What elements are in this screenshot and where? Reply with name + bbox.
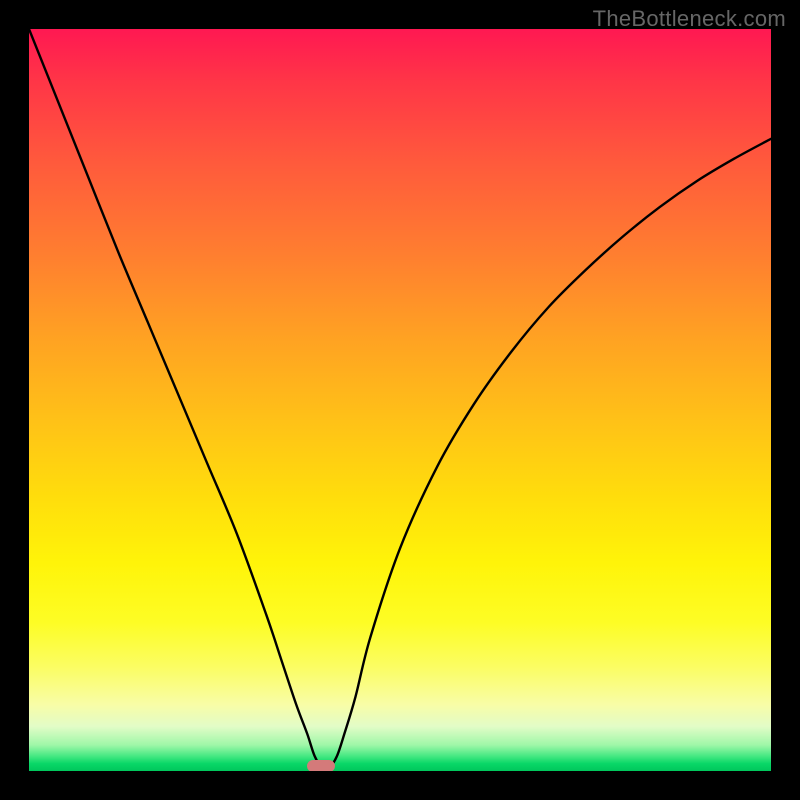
min-indicator: [307, 760, 335, 771]
watermark-text: TheBottleneck.com: [593, 6, 786, 32]
plot-area: [29, 29, 771, 771]
curve-svg: [29, 29, 771, 771]
bottleneck-curve: [29, 29, 771, 769]
chart-canvas: TheBottleneck.com: [0, 0, 800, 800]
